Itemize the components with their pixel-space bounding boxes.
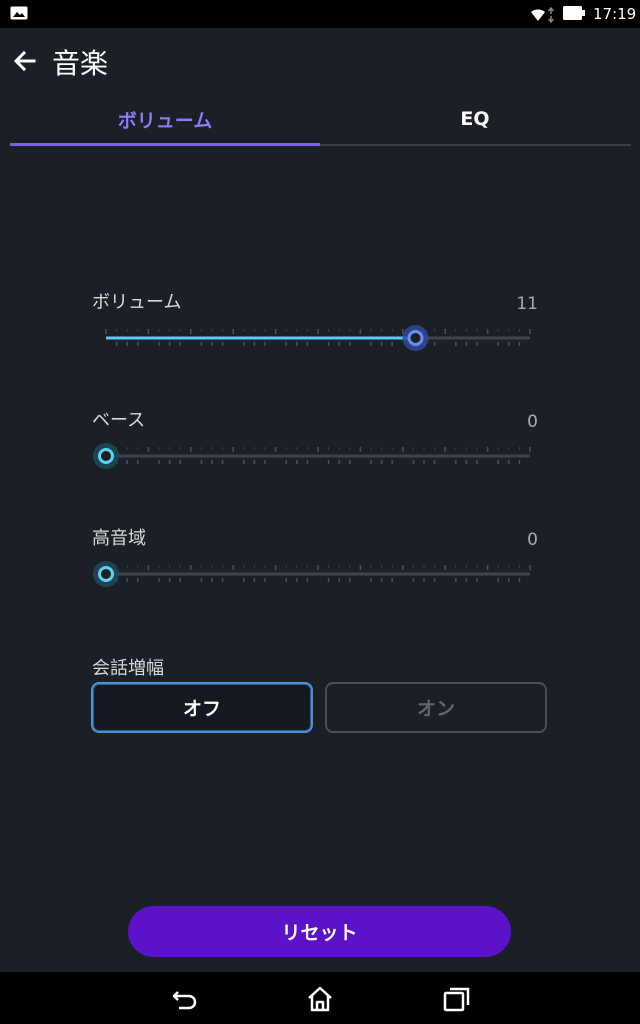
tab-active-indicator: [10, 143, 320, 146]
status-bar: 17:19: [0, 0, 640, 28]
tab-bar: ボリューム EQ: [10, 94, 631, 146]
conversation-boost-off-button[interactable]: オフ: [91, 682, 313, 733]
wifi-icon: [531, 6, 555, 24]
home-icon[interactable]: [305, 984, 335, 1014]
slider-volume: ボリューム 11: [92, 288, 538, 368]
slider-knob: [98, 448, 114, 464]
slider-volume-track[interactable]: [105, 325, 531, 351]
reset-button[interactable]: リセット: [128, 906, 511, 957]
back-icon[interactable]: [170, 984, 200, 1014]
navigation-bar: [0, 972, 640, 1024]
tab-volume[interactable]: ボリューム: [10, 94, 320, 144]
battery-icon: [563, 6, 585, 20]
slider-bass-track[interactable]: [93, 443, 531, 469]
slider-graphic: [93, 561, 531, 587]
conversation-boost-on-button[interactable]: オン: [325, 682, 547, 733]
slider-bass-value: 0: [527, 412, 538, 432]
slider-volume-value: 11: [516, 294, 538, 314]
slider-bass-label: ベース: [92, 410, 146, 431]
slider-bass: ベース 0: [92, 406, 538, 486]
slider-volume-label: ボリューム: [92, 292, 182, 313]
slider-knob: [98, 566, 114, 582]
conversation-boost-label: 会話増幅: [92, 658, 164, 679]
recent-apps-icon[interactable]: [442, 984, 472, 1014]
slider-treble-track[interactable]: [93, 561, 531, 587]
slider-graphic: [93, 443, 531, 469]
status-time: 17:19: [593, 5, 637, 23]
tab-eq[interactable]: EQ: [320, 94, 630, 144]
slider-treble: 高音域 0: [92, 524, 538, 604]
app-bar: 音楽: [0, 28, 640, 94]
slider-graphic: [105, 325, 531, 351]
slider-treble-value: 0: [527, 530, 538, 550]
page-title: 音楽: [52, 47, 109, 80]
slider-treble-label: 高音域: [92, 528, 146, 549]
back-arrow-icon[interactable]: [10, 46, 40, 76]
picture-icon: [10, 6, 28, 20]
slider-knob: [407, 330, 424, 346]
